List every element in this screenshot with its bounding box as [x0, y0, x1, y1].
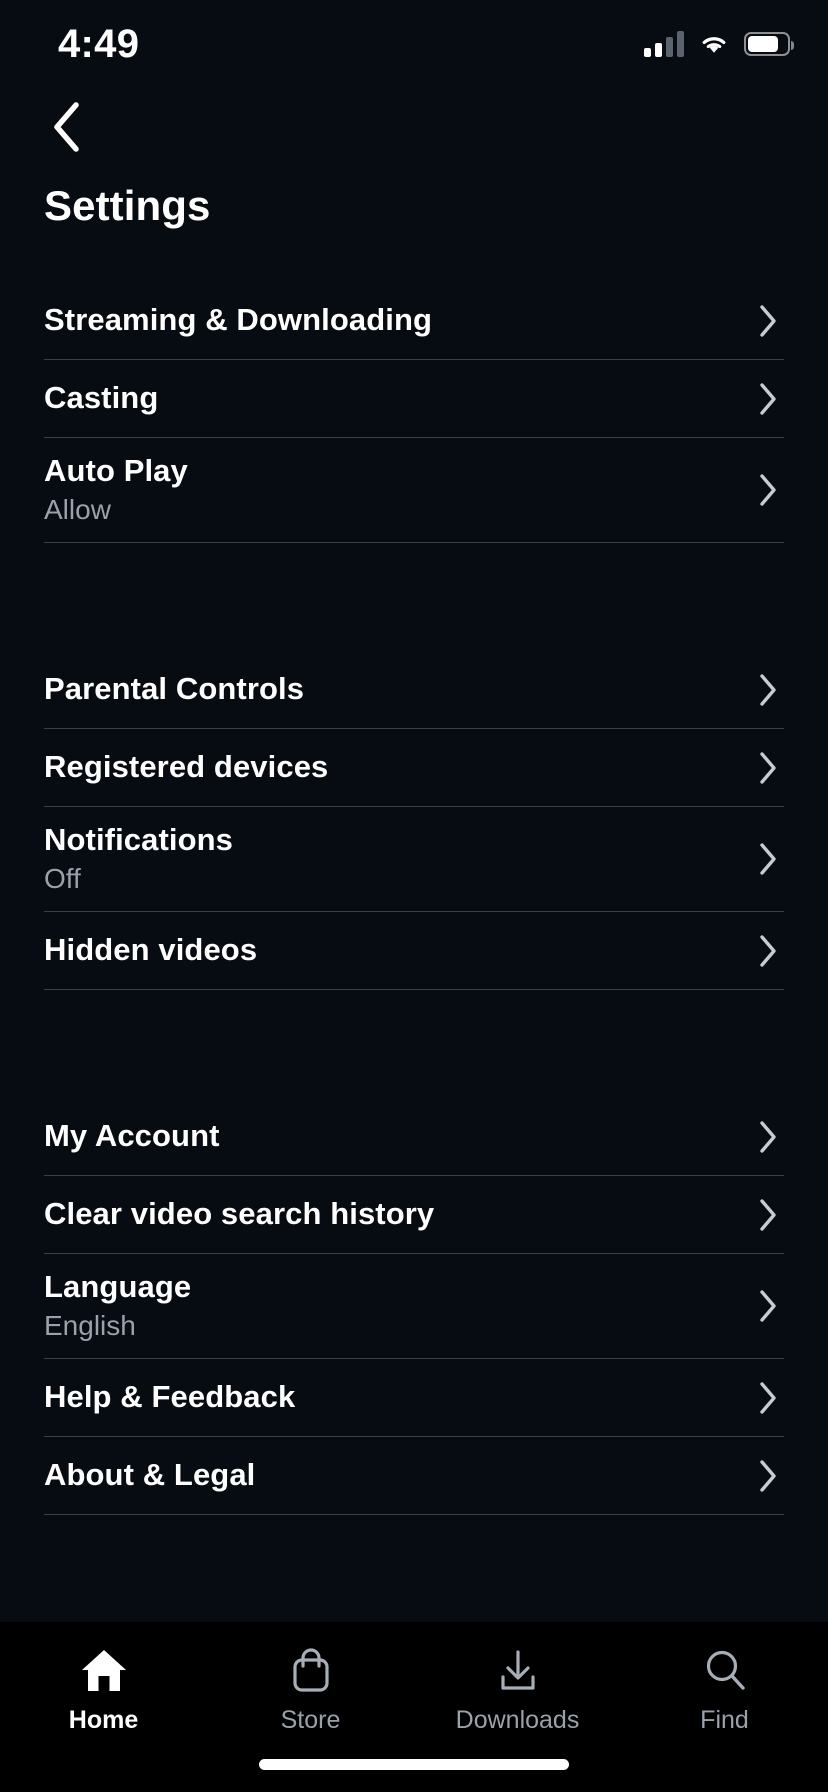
tab-downloads[interactable]: Downloads — [414, 1644, 621, 1735]
page-title: Settings — [44, 182, 211, 229]
settings-row-notifications[interactable]: Notifications Off — [44, 807, 784, 911]
status-bar: 4:49 — [0, 0, 828, 86]
settings-group-2: Parental Controls Registered devices Not… — [0, 651, 828, 990]
chevron-right-icon — [758, 751, 784, 785]
tab-home[interactable]: Home — [0, 1644, 207, 1735]
tab-label: Find — [700, 1706, 749, 1734]
status-bar-indicators — [644, 26, 794, 62]
settings-row-casting[interactable]: Casting — [44, 360, 784, 437]
settings-row-label: Parental Controls — [44, 671, 305, 707]
chevron-left-icon — [54, 102, 79, 152]
shopping-bag-icon — [287, 1644, 335, 1696]
settings-row-label: Auto Play — [44, 453, 188, 489]
settings-row-label: Clear video search history — [44, 1196, 435, 1232]
settings-group-3: My Account Clear video search history La… — [0, 1098, 828, 1515]
chevron-right-icon — [758, 1381, 784, 1415]
settings-row-value: English — [44, 1310, 136, 1342]
chevron-right-icon — [758, 1198, 784, 1232]
battery-icon — [744, 32, 794, 56]
settings-row-label: Streaming & Downloading — [44, 302, 433, 338]
settings-row-value: Off — [44, 863, 81, 895]
settings-row-my-account[interactable]: My Account — [44, 1098, 784, 1175]
chevron-right-icon — [758, 473, 784, 507]
navigation-bar — [0, 86, 828, 182]
settings-row-hidden-videos[interactable]: Hidden videos — [44, 912, 784, 989]
settings-row-label: Registered devices — [44, 749, 329, 785]
wifi-icon — [702, 37, 726, 53]
status-bar-clock: 4:49 — [58, 22, 140, 66]
section-separator — [0, 990, 828, 1098]
settings-row-label: Language — [44, 1269, 192, 1305]
settings-row-parental-controls[interactable]: Parental Controls — [44, 651, 784, 728]
settings-group-1: Streaming & Downloading Casting Auto Pla… — [0, 282, 828, 543]
settings-row-label: Notifications — [44, 822, 234, 858]
settings-row-value: Allow — [44, 494, 111, 526]
magnifier-icon — [701, 1644, 749, 1696]
chevron-right-icon — [758, 1459, 784, 1493]
settings-row-auto-play[interactable]: Auto Play Allow — [44, 438, 784, 542]
settings-row-help-feedback[interactable]: Help & Feedback — [44, 1359, 784, 1436]
chevron-right-icon — [758, 1289, 784, 1323]
tab-label: Downloads — [455, 1706, 580, 1734]
chevron-right-icon — [758, 934, 784, 968]
settings-list: Streaming & Downloading Casting Auto Pla… — [0, 260, 828, 1622]
settings-row-label: My Account — [44, 1118, 220, 1154]
divider — [44, 1514, 784, 1515]
section-separator — [0, 543, 828, 651]
settings-row-streaming-downloading[interactable]: Streaming & Downloading — [44, 282, 784, 359]
tab-store[interactable]: Store — [207, 1644, 414, 1735]
settings-row-language[interactable]: Language English — [44, 1254, 784, 1358]
chevron-right-icon — [758, 842, 784, 876]
tab-label: Home — [68, 1706, 139, 1734]
settings-row-clear-video-search-history[interactable]: Clear video search history — [44, 1176, 784, 1253]
settings-row-label: About & Legal — [44, 1457, 256, 1493]
settings-row-registered-devices[interactable]: Registered devices — [44, 729, 784, 806]
settings-row-label: Hidden videos — [44, 932, 258, 968]
app-screen: 4:49 Settings Streaming & Downloading Ca… — [0, 0, 828, 1792]
settings-row-label: Help & Feedback — [44, 1379, 296, 1415]
chevron-right-icon — [758, 1120, 784, 1154]
cellular-signal-icon — [644, 31, 684, 57]
settings-row-about-legal[interactable]: About & Legal — [44, 1437, 784, 1514]
chevron-right-icon — [758, 304, 784, 338]
tab-find[interactable]: Find — [621, 1644, 828, 1735]
chevron-right-icon — [758, 382, 784, 416]
home-indicator-bar[interactable] — [259, 1759, 569, 1770]
tab-label: Store — [280, 1706, 341, 1734]
chevron-right-icon — [758, 673, 784, 707]
home-icon — [80, 1644, 128, 1696]
back-button[interactable] — [32, 92, 102, 162]
settings-row-label: Casting — [44, 380, 159, 416]
download-arrow-icon — [494, 1644, 542, 1696]
